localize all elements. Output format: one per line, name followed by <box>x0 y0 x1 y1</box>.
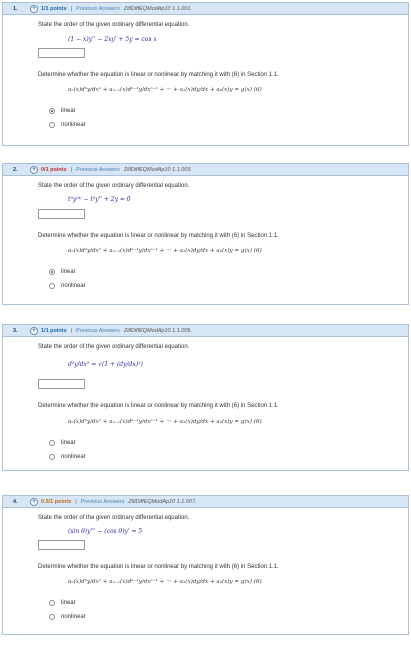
equation: t⁵y⁽⁴⁾ − t³y'' + 2y = 0 <box>68 196 131 203</box>
question-code: ZillDiffEQModAp10 1.1.001. <box>123 5 193 12</box>
option-linear[interactable]: linear <box>49 600 76 606</box>
points-label: 0/1 points <box>41 166 67 173</box>
option-linear[interactable]: linear <box>49 440 76 446</box>
option-nonlinear[interactable]: nonlinear <box>49 283 86 289</box>
option-nonlinear[interactable]: nonlinear <box>49 454 86 460</box>
equation: (sin θ)y''' − (cos θ)y' = 5 <box>68 528 143 535</box>
radio-unselected[interactable] <box>49 600 55 606</box>
radio-unselected[interactable] <box>49 454 55 460</box>
linear-prompt: Determine whether the equation is linear… <box>38 564 279 570</box>
question-header: 1. + 1/1 points | Previous Answers ZillD… <box>3 3 408 15</box>
expand-icon[interactable]: + <box>30 326 38 335</box>
order-prompt: State the order of the given ordinary di… <box>38 344 190 350</box>
general-form-equation: aₙ(x)dⁿy/dxⁿ + aₙ₋₁(x)dⁿ⁻¹y/dxⁿ⁻¹ + ··· … <box>68 248 262 254</box>
question-header: 4. + 0.5/1 points | Previous Answers Zil… <box>3 496 408 508</box>
option-nonlinear[interactable]: nonlinear <box>49 122 86 128</box>
question-number: 4. <box>13 498 18 505</box>
expand-icon[interactable]: + <box>30 497 38 506</box>
previous-answers-link[interactable]: Previous Answers <box>76 6 120 12</box>
order-prompt: State the order of the given ordinary di… <box>38 22 190 28</box>
points-label: 0.5/1 points <box>41 498 72 505</box>
question-code: ZillDiffEQModAp10 1.1.005. <box>123 327 193 334</box>
question-3: 3. + 1/1 points | Previous Answers ZillD… <box>2 324 409 471</box>
linear-prompt: Determine whether the equation is linear… <box>38 72 279 78</box>
linear-prompt: Determine whether the equation is linear… <box>38 233 279 239</box>
previous-answers-link[interactable]: Previous Answers <box>81 499 125 505</box>
expand-icon[interactable]: + <box>30 165 38 174</box>
question-1: 1. + 1/1 points | Previous Answers ZillD… <box>2 2 409 146</box>
linear-prompt: Determine whether the equation is linear… <box>38 403 279 409</box>
order-answer-input[interactable] <box>38 540 85 550</box>
question-number: 2. <box>13 166 18 173</box>
order-prompt: State the order of the given ordinary di… <box>38 515 190 521</box>
radio-unselected[interactable] <box>49 440 55 446</box>
question-header: 3. + 1/1 points | Previous Answers ZillD… <box>3 325 408 337</box>
option-linear[interactable]: linear <box>49 269 76 275</box>
option-linear[interactable]: linear <box>49 108 76 114</box>
general-form-equation: aₙ(x)dⁿy/dxⁿ + aₙ₋₁(x)dⁿ⁻¹y/dxⁿ⁻¹ + ··· … <box>68 579 262 585</box>
question-number: 3. <box>13 327 18 334</box>
radio-unselected[interactable] <box>49 122 55 128</box>
radio-unselected[interactable] <box>49 283 55 289</box>
general-form-equation: aₙ(x)dⁿy/dxⁿ + aₙ₋₁(x)dⁿ⁻¹y/dxⁿ⁻¹ + ··· … <box>68 419 262 425</box>
equation: (1 − x)y'' − 2xy' + 5y = cos x <box>68 36 157 43</box>
radio-selected[interactable] <box>49 269 55 275</box>
equation: d²y/dx² = √(1 + (dy/dx)²) <box>68 361 143 368</box>
expand-icon[interactable]: + <box>30 4 38 13</box>
question-4: 4. + 0.5/1 points | Previous Answers Zil… <box>2 495 409 635</box>
question-code: ZillDiffEQModAp10 1.1.003. <box>123 166 193 173</box>
question-header: 2. + 0/1 points | Previous Answers ZillD… <box>3 164 408 176</box>
radio-selected[interactable] <box>49 108 55 114</box>
question-2: 2. + 0/1 points | Previous Answers ZillD… <box>2 163 409 305</box>
order-answer-input[interactable] <box>38 379 85 389</box>
radio-unselected[interactable] <box>49 614 55 620</box>
points-label: 1/1 points <box>41 5 67 12</box>
question-code: ZillDiffEQModAp10 1.1.007. <box>128 498 197 505</box>
points-label: 1/1 points <box>41 327 67 334</box>
previous-answers-link[interactable]: Previous Answers <box>76 167 120 173</box>
general-form-equation: aₙ(x)dⁿy/dxⁿ + aₙ₋₁(x)dⁿ⁻¹y/dxⁿ⁻¹ + ··· … <box>68 87 262 93</box>
previous-answers-link[interactable]: Previous Answers <box>76 328 120 334</box>
order-answer-input[interactable] <box>38 209 85 219</box>
order-answer-input[interactable] <box>38 48 85 58</box>
option-nonlinear[interactable]: nonlinear <box>49 614 86 620</box>
question-number: 1. <box>13 5 18 12</box>
order-prompt: State the order of the given ordinary di… <box>38 183 190 189</box>
